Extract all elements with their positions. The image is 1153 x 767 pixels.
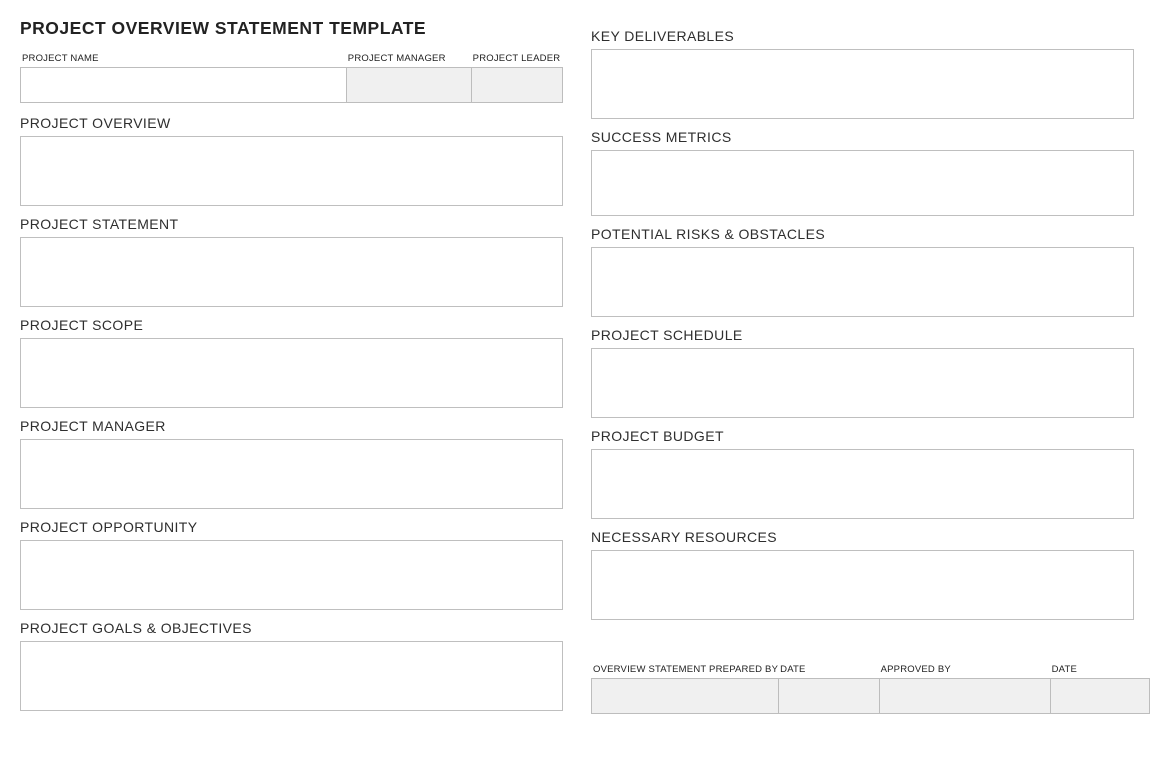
necessary-resources-label: NECESSARY RESOURCES bbox=[591, 529, 1134, 545]
signature-table: OVERVIEW STATEMENT PREPARED BY DATE APPR… bbox=[591, 664, 1134, 714]
project-manager-label: PROJECT MANAGER bbox=[346, 53, 471, 67]
date1-label: DATE bbox=[778, 664, 878, 678]
potential-risks-field[interactable] bbox=[591, 247, 1134, 317]
potential-risks-section: POTENTIAL RISKS & OBSTACLES bbox=[591, 226, 1134, 317]
project-schedule-section: PROJECT SCHEDULE bbox=[591, 327, 1134, 418]
right-column: KEY DELIVERABLES SUCCESS METRICS POTENTI… bbox=[591, 18, 1134, 747]
project-leader-cell: PROJECT LEADER bbox=[471, 53, 563, 103]
project-scope-section: PROJECT SCOPE bbox=[20, 317, 563, 408]
necessary-resources-section: NECESSARY RESOURCES bbox=[591, 529, 1134, 620]
project-budget-field[interactable] bbox=[591, 449, 1134, 519]
page-title: PROJECT OVERVIEW STATEMENT TEMPLATE bbox=[20, 18, 563, 39]
project-name-label: PROJECT NAME bbox=[20, 53, 346, 67]
project-goals-field[interactable] bbox=[20, 641, 563, 711]
project-leader-field[interactable] bbox=[471, 67, 563, 103]
project-schedule-field[interactable] bbox=[591, 348, 1134, 418]
success-metrics-label: SUCCESS METRICS bbox=[591, 129, 1134, 145]
key-deliverables-section: KEY DELIVERABLES bbox=[591, 28, 1134, 119]
prepared-by-cell: OVERVIEW STATEMENT PREPARED BY bbox=[591, 664, 778, 714]
date2-label: DATE bbox=[1050, 664, 1150, 678]
project-manager-section-label: PROJECT MANAGER bbox=[20, 418, 563, 434]
date2-cell: DATE bbox=[1050, 664, 1150, 714]
approved-by-field[interactable] bbox=[879, 678, 1050, 714]
project-statement-section: PROJECT STATEMENT bbox=[20, 216, 563, 307]
project-leader-label: PROJECT LEADER bbox=[471, 53, 563, 67]
project-manager-cell: PROJECT MANAGER bbox=[346, 53, 471, 103]
key-deliverables-label: KEY DELIVERABLES bbox=[591, 28, 1134, 44]
project-opportunity-field[interactable] bbox=[20, 540, 563, 610]
project-overview-label: PROJECT OVERVIEW bbox=[20, 115, 563, 131]
project-name-cell: PROJECT NAME bbox=[20, 53, 346, 103]
project-scope-label: PROJECT SCOPE bbox=[20, 317, 563, 333]
date1-field[interactable] bbox=[778, 678, 878, 714]
project-overview-field[interactable] bbox=[20, 136, 563, 206]
project-budget-label: PROJECT BUDGET bbox=[591, 428, 1134, 444]
project-schedule-label: PROJECT SCHEDULE bbox=[591, 327, 1134, 343]
project-budget-section: PROJECT BUDGET bbox=[591, 428, 1134, 519]
potential-risks-label: POTENTIAL RISKS & OBSTACLES bbox=[591, 226, 1134, 242]
project-goals-label: PROJECT GOALS & OBJECTIVES bbox=[20, 620, 563, 636]
project-scope-field[interactable] bbox=[20, 338, 563, 408]
project-opportunity-section: PROJECT OPPORTUNITY bbox=[20, 519, 563, 610]
approved-by-label: APPROVED BY bbox=[879, 664, 1050, 678]
project-statement-field[interactable] bbox=[20, 237, 563, 307]
approved-by-cell: APPROVED BY bbox=[879, 664, 1050, 714]
date2-field[interactable] bbox=[1050, 678, 1150, 714]
project-manager-section-field[interactable] bbox=[20, 439, 563, 509]
date1-cell: DATE bbox=[778, 664, 878, 714]
project-statement-label: PROJECT STATEMENT bbox=[20, 216, 563, 232]
project-info-table: PROJECT NAME PROJECT MANAGER PROJECT LEA… bbox=[20, 53, 563, 103]
prepared-by-label: OVERVIEW STATEMENT PREPARED BY bbox=[591, 664, 778, 678]
project-opportunity-label: PROJECT OPPORTUNITY bbox=[20, 519, 563, 535]
success-metrics-section: SUCCESS METRICS bbox=[591, 129, 1134, 216]
left-column: PROJECT OVERVIEW STATEMENT TEMPLATE PROJ… bbox=[20, 18, 563, 747]
page: PROJECT OVERVIEW STATEMENT TEMPLATE PROJ… bbox=[20, 18, 1133, 747]
prepared-by-field[interactable] bbox=[591, 678, 778, 714]
success-metrics-field[interactable] bbox=[591, 150, 1134, 216]
project-manager-field[interactable] bbox=[346, 67, 471, 103]
key-deliverables-field[interactable] bbox=[591, 49, 1134, 119]
project-name-field[interactable] bbox=[20, 67, 346, 103]
project-goals-section: PROJECT GOALS & OBJECTIVES bbox=[20, 620, 563, 711]
project-overview-section: PROJECT OVERVIEW bbox=[20, 115, 563, 206]
necessary-resources-field[interactable] bbox=[591, 550, 1134, 620]
project-manager-section: PROJECT MANAGER bbox=[20, 418, 563, 509]
